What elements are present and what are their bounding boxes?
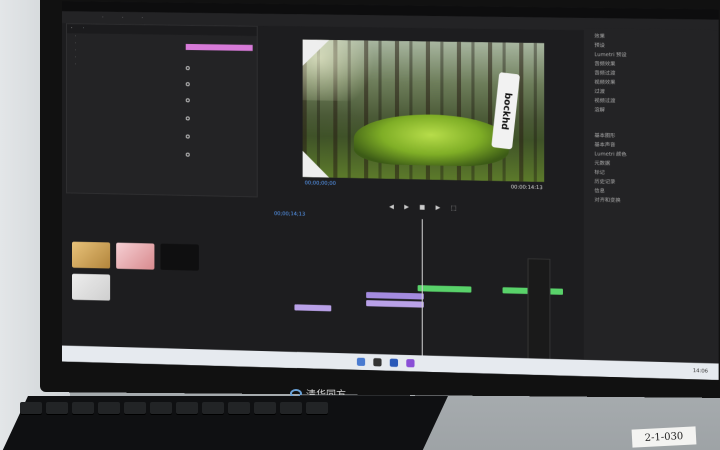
keyframe-icon[interactable] [186, 116, 190, 120]
export-icon[interactable]: ⬚ [451, 204, 457, 211]
timeline-timecode: 00;00;14;13 [274, 211, 305, 218]
taskbar-clock[interactable]: 14:06 [693, 368, 708, 375]
windows-start-icon[interactable] [357, 358, 365, 366]
menu-item[interactable]: · [102, 12, 104, 24]
key[interactable] [98, 402, 120, 414]
key[interactable] [176, 402, 198, 414]
key[interactable] [150, 402, 172, 414]
effects-panel: 效果 预设 Lumetri 预设 音频效果 音频过渡 视频效果 过渡 视频过渡 … [584, 28, 719, 380]
key[interactable] [202, 402, 224, 414]
menu-item[interactable]: · [141, 12, 143, 24]
key[interactable] [228, 402, 250, 414]
project-bin [72, 242, 199, 303]
key[interactable] [20, 402, 42, 414]
media-thumbnail[interactable] [72, 274, 110, 301]
taskbar-app-icon[interactable] [406, 359, 414, 367]
key[interactable] [306, 402, 328, 414]
taskbar-app-icon[interactable] [373, 358, 381, 366]
timeline-clip[interactable] [366, 300, 424, 308]
workspace-section[interactable]: 对齐和变换 [584, 196, 719, 208]
photo-scene: · · · · · · · · · · bockhd 00;00;00;00 0… [0, 0, 720, 450]
keyframe-icon[interactable] [186, 98, 190, 102]
program-monitor-preview: bockhd [303, 40, 545, 182]
program-duration: 00:00:14:13 [511, 184, 543, 191]
timeline-clip[interactable] [418, 285, 472, 292]
play-icon[interactable]: ▶ [404, 203, 409, 210]
property-row[interactable]: · [67, 61, 257, 71]
keyframe-icon[interactable] [186, 135, 190, 139]
taskbar-app-icon[interactable] [390, 359, 398, 367]
media-thumbnail[interactable] [160, 244, 198, 271]
effect-controls-panel: · · · · · · · [66, 23, 258, 197]
keyframe-icon[interactable] [186, 82, 190, 86]
asset-tag-sticker: 2-1-030 [632, 426, 697, 447]
key[interactable] [254, 402, 276, 414]
step-back-icon[interactable]: ◀ [389, 203, 394, 210]
clip-bar[interactable] [186, 44, 253, 51]
key[interactable] [280, 402, 302, 414]
key[interactable] [124, 402, 146, 414]
keyframe-icon[interactable] [186, 66, 190, 70]
key[interactable] [72, 402, 94, 414]
menu-item[interactable]: · [122, 12, 124, 24]
key[interactable] [46, 402, 68, 414]
media-thumbnail[interactable] [72, 242, 110, 269]
timeline-clip[interactable] [366, 292, 424, 300]
audio-meter [528, 258, 551, 361]
title-card-text: bockhd [498, 92, 512, 131]
monitor-screen: · · · · · · · · · · bockhd 00;00;00;00 0… [62, 1, 719, 380]
shape-overlay [303, 151, 330, 178]
program-timecode: 00;00;00;00 [305, 180, 336, 187]
shape-overlay [303, 40, 330, 67]
media-thumbnail[interactable] [116, 243, 154, 270]
step-forward-icon[interactable]: ▶ [435, 204, 440, 211]
stop-icon[interactable]: ■ [419, 203, 425, 210]
monitor: · · · · · · · · · · bockhd 00;00;00;00 0… [40, 0, 720, 398]
keyboard-keys [20, 402, 380, 414]
keyframe-icon[interactable] [186, 153, 190, 157]
timeline-clip[interactable] [294, 304, 331, 311]
timeline-playhead[interactable] [422, 219, 423, 361]
